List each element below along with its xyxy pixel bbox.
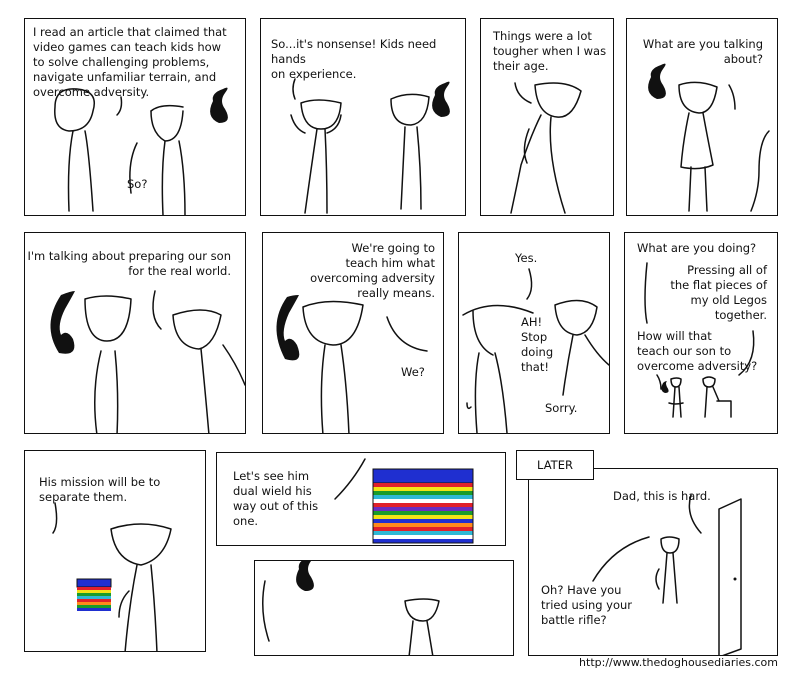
panel-7-reply: Sorry.: [545, 401, 578, 415]
panel-8: What are you doing? Pressing all of the …: [624, 232, 778, 434]
panel-8-question-2: How will that teach our son to overcome …: [637, 329, 758, 373]
panel-8-question: What are you doing?: [637, 241, 757, 255]
panel-6-reply: We?: [401, 365, 425, 379]
panel-9: His mission will be to separate them.: [24, 450, 206, 652]
panel-9-dialogue: His mission will be to separate them.: [39, 475, 161, 504]
later-caption: LATER: [516, 450, 594, 480]
panel-10: Let's see him dual wield his way out of …: [216, 452, 506, 546]
panel-7: Yes. AH! Stop doing that! Sorry.: [458, 232, 610, 434]
panel-6-dialogue: We're going to teach him what overcoming…: [310, 241, 435, 300]
panel-7-top: Yes.: [515, 251, 538, 265]
panel-5-dialogue: I'm talking about preparing our son for …: [27, 249, 232, 278]
panel-1-reply: So?: [127, 177, 148, 191]
panel-12-top: Dad, this is hard.: [613, 489, 711, 503]
panel-3: Things were a lot tougher when I was the…: [480, 18, 614, 216]
panel-7-shout: AH! Stop doing that!: [521, 315, 554, 374]
panel-8-answer: Pressing all of the flat pieces of my ol…: [670, 263, 767, 322]
panel-4: What are you talking about?: [626, 18, 778, 216]
panel-3-dialogue: Things were a lot tougher when I was the…: [493, 29, 607, 73]
lego-stack-large: [372, 468, 474, 544]
panel-5: I'm talking about preparing our son for …: [24, 232, 246, 434]
panel-10-dialogue: Let's see him dual wield his way out of …: [233, 469, 319, 528]
panel-11-art: [262, 561, 440, 655]
panel-12-bottom: Oh? Have you tried using your battle rif…: [541, 583, 633, 627]
panel-1-dialogue: I read an article that claimed that vide…: [33, 25, 227, 99]
panel-4-dialogue: What are you talking about?: [642, 37, 763, 66]
panel-2-dialogue: So...it's nonsense! Kids need hands on e…: [271, 37, 437, 81]
footer-url[interactable]: http://www.thedoghousediaries.com: [579, 656, 778, 669]
panel-12: Dad, this is hard. Oh? Have you tried us…: [528, 468, 778, 656]
panel-1: I read an article that claimed that vide…: [24, 18, 246, 216]
panel-2: So...it's nonsense! Kids need hands on e…: [260, 18, 466, 216]
panel-6: We're going to teach him what overcoming…: [262, 232, 444, 434]
lego-stack-small: [76, 578, 112, 611]
panel-11: [254, 560, 514, 656]
